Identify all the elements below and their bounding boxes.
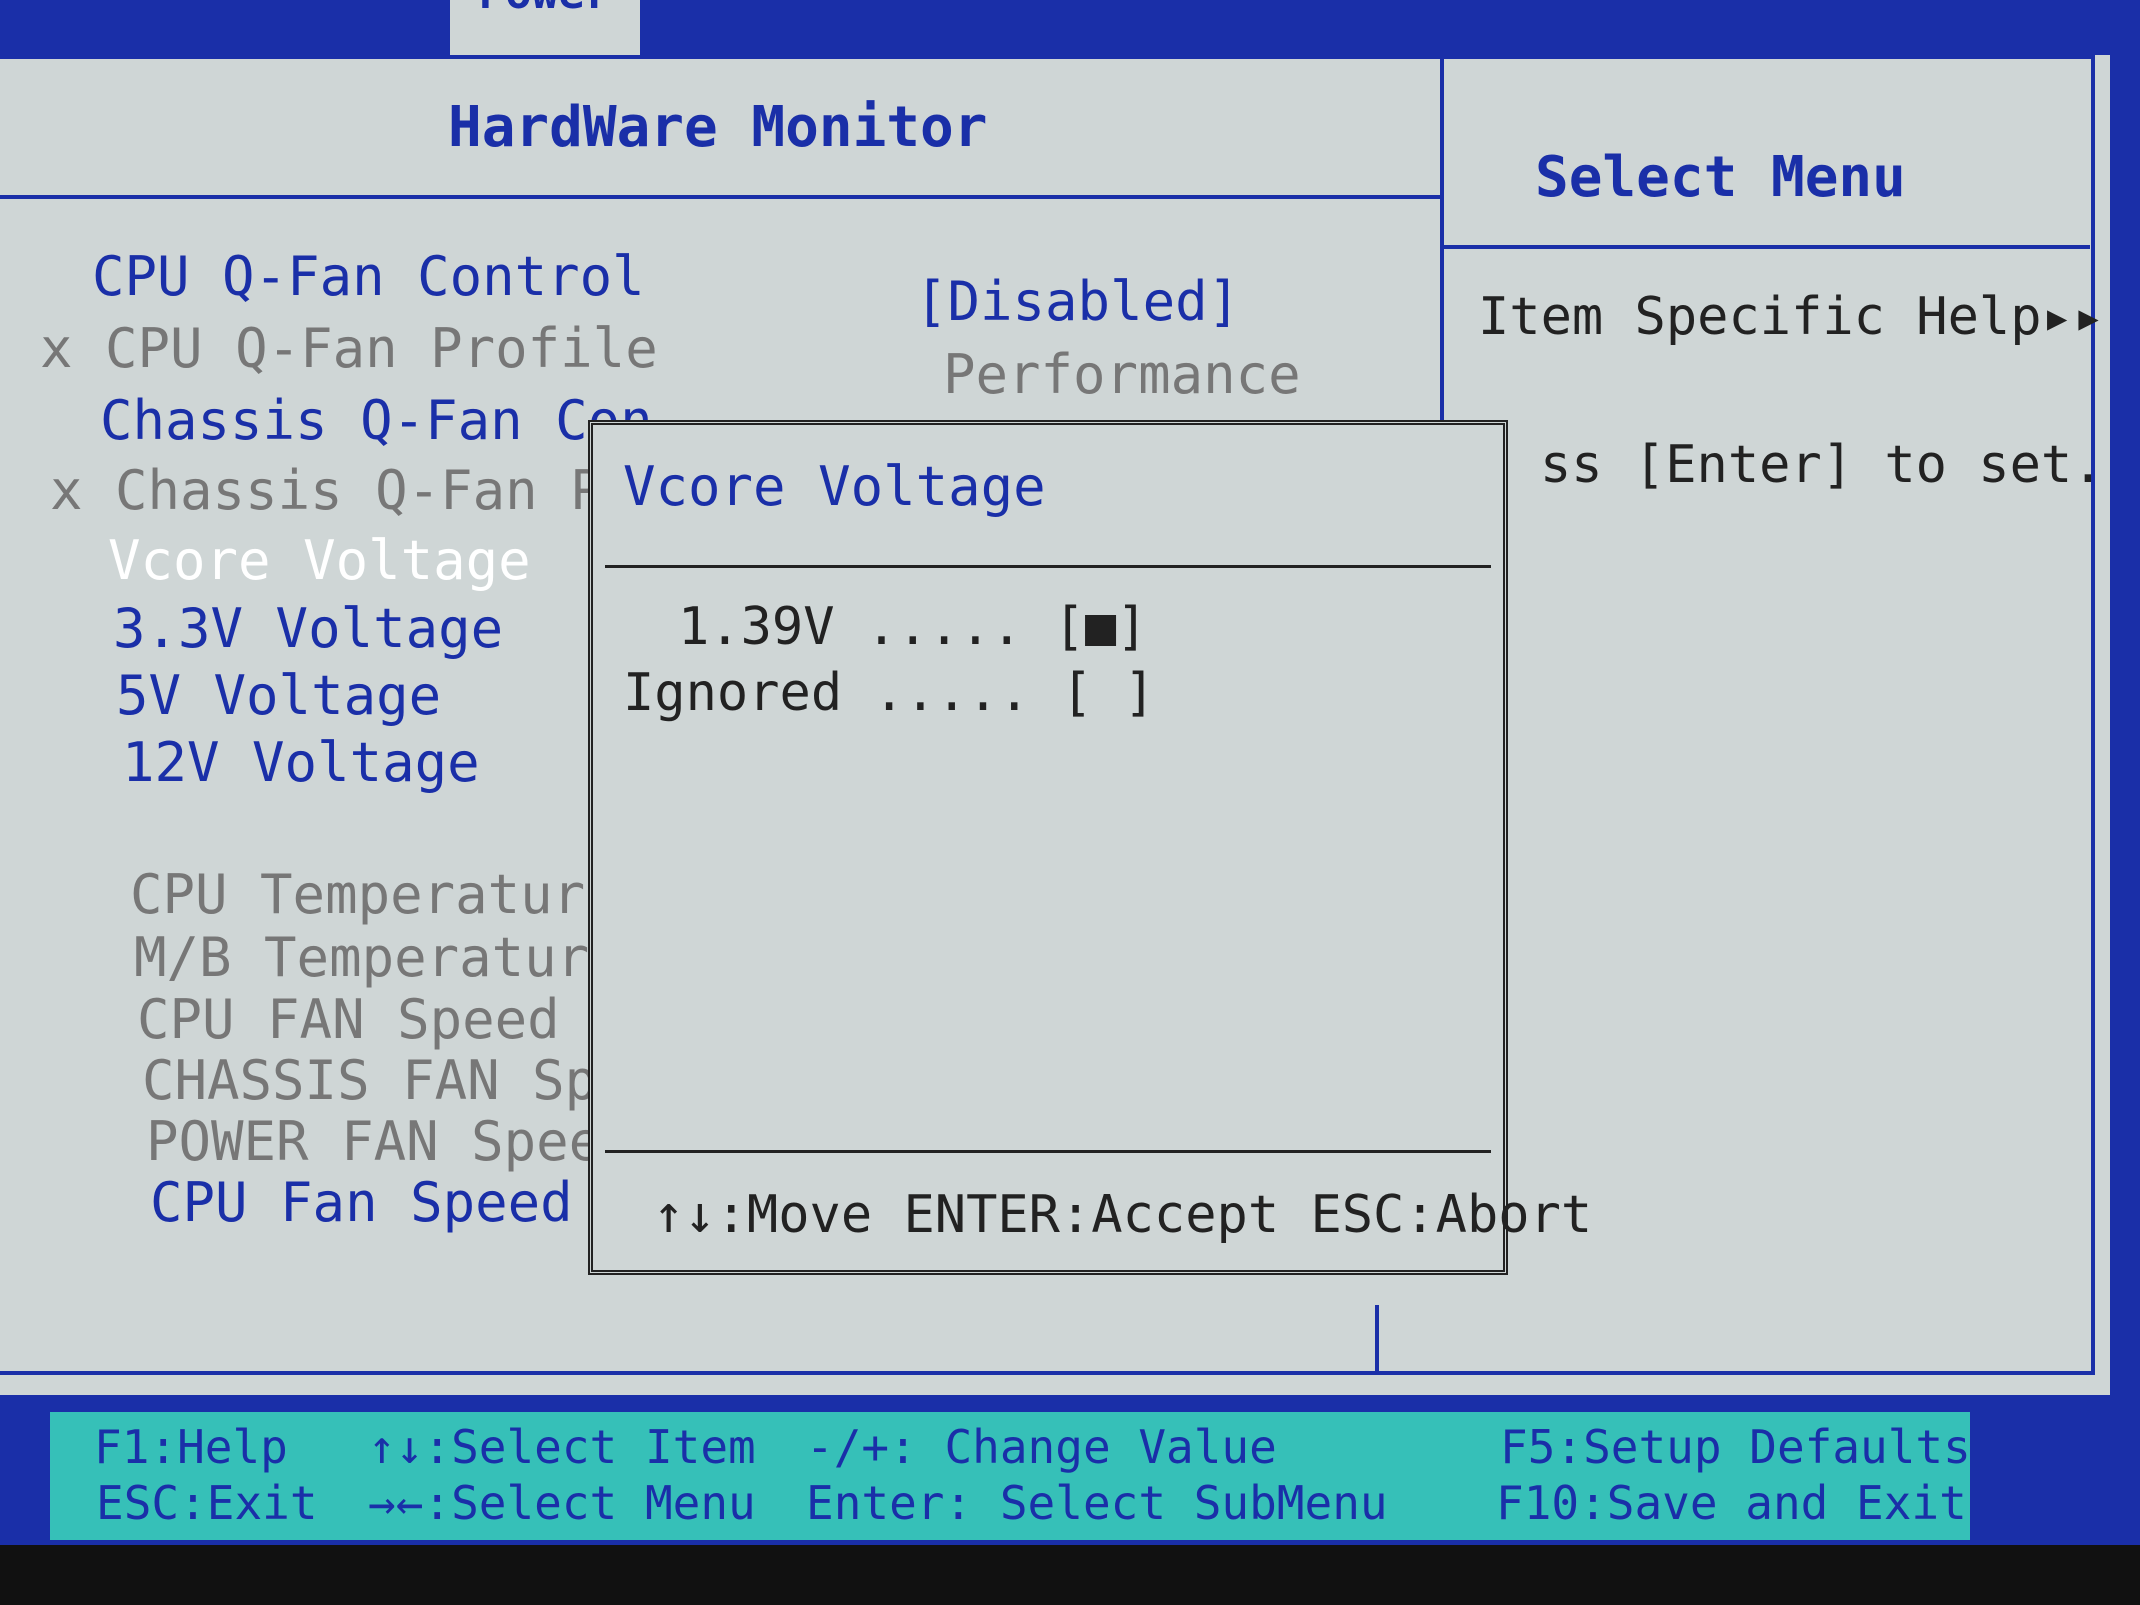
header-divider (0, 195, 1440, 199)
select-menu-title: Select Menu (1535, 145, 1906, 210)
vcore-voltage-dialog: Vcore Voltage 1.39V ..... [■] Ignored ..… (588, 420, 1592, 1275)
option-ignored[interactable]: Ignored ..... [ ] (623, 663, 1155, 723)
dialog-key-hints: ↑↓:Move ENTER:Accept ESC:Abort (653, 1185, 1593, 1245)
key-f10-save-exit: F10:Save and Exit (1496, 1476, 1967, 1530)
key-f5-setup-defaults: F5:Setup Defaults (1500, 1420, 1971, 1474)
help-column-divider-bottom (1375, 1305, 1379, 1375)
item-vcore-voltage[interactable]: Vcore Voltage (108, 529, 531, 592)
item-chassis-qfan-control[interactable]: Chassis Q-Fan Con (100, 389, 653, 452)
item-power-fan-speed: POWER FAN Speed (146, 1110, 634, 1173)
item-12v-voltage[interactable]: 12V Voltage (122, 731, 480, 794)
dialog-title-divider (605, 565, 1491, 568)
key-change-value: -/+: Change Value (806, 1420, 1277, 1474)
key-select-submenu: Enter: Select SubMenu (806, 1476, 1388, 1530)
item-cpu-qfan-profile: x CPU Q-Fan Profile (40, 317, 658, 380)
dialog-title: Vcore Voltage (623, 455, 1046, 518)
hardware-monitor-panel: HardWare Monitor Select Menu CPU Q-Fan C… (0, 55, 2110, 1395)
option-1-39v[interactable]: 1.39V ..... [■] (678, 597, 1148, 657)
help-text: ss [Enter] to set. (1540, 435, 2104, 495)
item-3v3-voltage[interactable]: 3.3V Voltage (113, 597, 503, 660)
item-specific-help-title: Item Specific Help▸▸ (1478, 287, 2105, 347)
help-column-divider-top (1440, 55, 1444, 425)
tab-power[interactable]: Power (450, 0, 640, 55)
bios-screen: Power HardWare Monitor Select Menu CPU Q… (0, 0, 2140, 1545)
menu-tab-bar: Power (0, 0, 2140, 55)
value-cpu-qfan-profile: Performance (943, 343, 1301, 406)
key-select-menu: →←:Select Menu (368, 1476, 756, 1530)
key-select-item: ↑↓:Select Item (368, 1420, 756, 1474)
value-cpu-qfan-control[interactable]: [Disabled] (915, 270, 1240, 333)
key-esc-exit: ESC:Exit (96, 1476, 318, 1530)
item-cpu-temperature: CPU Temperature (130, 863, 618, 926)
item-cpu-fan-speed: CPU FAN Speed (137, 988, 560, 1051)
key-help-bar: F1:Help ESC:Exit ↑↓:Select Item →←:Selec… (50, 1412, 1971, 1540)
item-chassis-qfan-profile: x Chassis Q-Fan Pro (50, 459, 668, 522)
item-cpu-qfan-control[interactable]: CPU Q-Fan Control (92, 245, 645, 308)
dialog-hint-divider (605, 1150, 1491, 1153)
side-header-divider (1440, 245, 2090, 249)
key-f1-help: F1:Help (94, 1420, 288, 1474)
page-title: HardWare Monitor (448, 95, 988, 160)
item-mb-temperature: M/B Temperature (134, 926, 622, 989)
item-5v-voltage[interactable]: 5V Voltage (116, 664, 441, 727)
